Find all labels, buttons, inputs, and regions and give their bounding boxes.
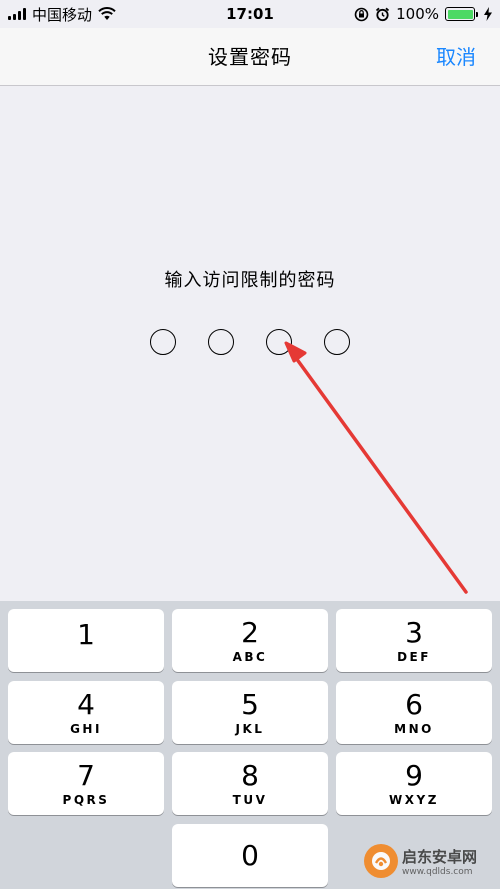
key-letters: JKL	[235, 721, 265, 736]
key-digit: 3	[405, 615, 423, 649]
key-digit: 5	[241, 687, 259, 721]
key-letters: PQRS	[62, 792, 110, 807]
watermark: 启东安卓网 www.qdlds.com	[364, 839, 494, 883]
key-digit: 1	[77, 617, 95, 651]
passcode-dot	[150, 329, 176, 355]
battery-icon	[445, 7, 478, 21]
status-left: 中国移动	[8, 4, 116, 25]
passcode-dots	[150, 329, 350, 355]
key-9[interactable]: 9 WXYZ	[336, 752, 492, 815]
key-1[interactable]: 1	[8, 609, 164, 672]
key-3[interactable]: 3 DEF	[336, 609, 492, 672]
key-digit: 8	[241, 758, 259, 792]
key-letters: GHI	[70, 721, 102, 736]
wifi-icon	[98, 7, 116, 20]
alarm-icon	[376, 7, 390, 21]
nav-title: 设置密码	[208, 45, 292, 69]
passcode-dot	[208, 329, 234, 355]
key-digit: 4	[77, 687, 95, 721]
key-letters: ABC	[232, 649, 268, 664]
key-digit: 7	[77, 758, 95, 792]
watermark-logo-icon	[364, 844, 398, 878]
key-7[interactable]: 7 PQRS	[8, 752, 164, 815]
signal-icon	[8, 8, 26, 20]
key-letters: TUV	[232, 792, 268, 807]
key-letters: MNO	[394, 721, 434, 736]
key-0[interactable]: 0	[172, 824, 328, 887]
status-right: 100%	[354, 5, 492, 23]
key-digit: 0	[241, 838, 259, 872]
key-digit: 2	[241, 615, 259, 649]
watermark-name: 启东安卓网	[402, 847, 478, 866]
passcode-dot	[266, 329, 292, 355]
key-digit: 9	[405, 758, 423, 792]
battery-percent: 100%	[396, 5, 439, 23]
key-4[interactable]: 4 GHI	[8, 681, 164, 744]
charging-icon	[484, 7, 492, 21]
passcode-prompt: 输入访问限制的密码	[164, 270, 336, 291]
key-2[interactable]: 2 ABC	[172, 609, 328, 672]
key-6[interactable]: 6 MNO	[336, 681, 492, 744]
nav-bar: 设置密码 取消	[0, 28, 500, 86]
watermark-url: www.qdlds.com	[402, 866, 473, 877]
carrier-label: 中国移动	[32, 5, 93, 24]
key-letters: DEF	[397, 649, 431, 664]
rotation-lock-icon	[354, 7, 369, 21]
status-bar: 中国移动 17:01 100%	[0, 0, 500, 28]
key-letters: WXYZ	[389, 792, 439, 807]
key-digit: 6	[405, 687, 423, 721]
passcode-dot	[324, 329, 350, 355]
key-8[interactable]: 8 TUV	[172, 752, 328, 815]
cancel-button[interactable]: 取消	[436, 28, 476, 86]
key-5[interactable]: 5 JKL	[172, 681, 328, 744]
